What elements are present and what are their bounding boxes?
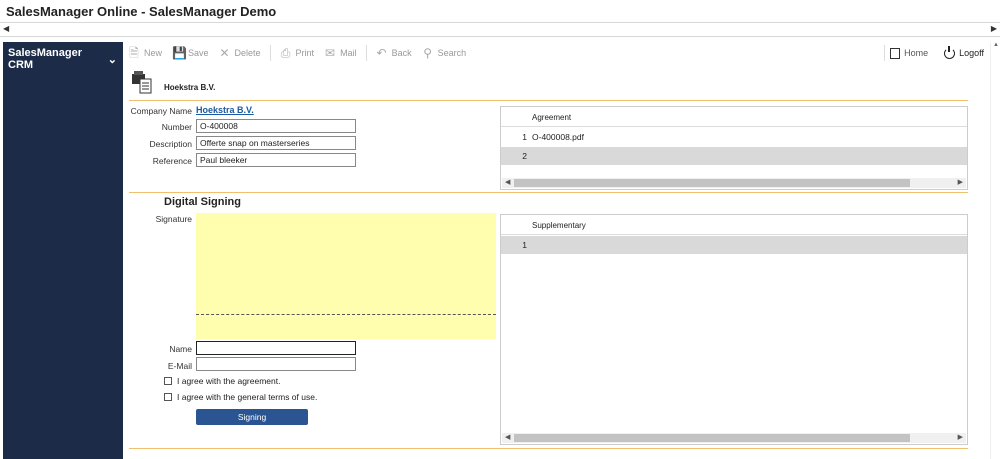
back-arrow-icon: ↶	[376, 46, 387, 60]
logoff-label: Logoff	[959, 48, 984, 58]
toolbar-separator	[269, 45, 271, 61]
email-field[interactable]	[196, 357, 356, 371]
agree-agreement-label: I agree with the agreement.	[177, 376, 281, 386]
home-icon	[890, 47, 901, 59]
number-label: Number	[161, 122, 192, 132]
company-link[interactable]: Hoekstra B.V.	[196, 105, 254, 115]
supplementary-grid-header: Supplementary	[501, 215, 967, 235]
print-icon: ⎙	[280, 46, 291, 60]
agree-agreement-checkbox[interactable]	[164, 377, 172, 385]
scroll-right-icon[interactable]: ▶	[958, 178, 963, 186]
chevron-down-icon[interactable]: ⌄	[108, 53, 117, 66]
divider	[129, 192, 968, 193]
reference-field[interactable]: Paul bleeker	[196, 153, 356, 167]
back-label: Back	[391, 48, 412, 58]
row-number: 1	[522, 240, 527, 250]
table-row[interactable]: 1 O-400008.pdf	[501, 128, 967, 146]
supplementary-horizontal-scrollbar[interactable]: ◀ ▶	[502, 433, 966, 443]
section-title: Digital Signing	[164, 196, 241, 208]
agreement-column-header: Agreement	[532, 113, 572, 122]
description-label: Description	[149, 139, 192, 149]
number-field[interactable]: O-400008	[196, 119, 356, 133]
save-label: Save	[188, 48, 209, 58]
right-vertical-scrollbar[interactable]: ▲	[990, 42, 1000, 459]
signature-baseline	[196, 314, 496, 315]
search-icon: ⚲	[423, 46, 432, 60]
agree-terms-checkbox[interactable]	[164, 393, 172, 401]
email-label: E-Mail	[167, 361, 192, 371]
description-field[interactable]: Offerte snap on masterseries	[196, 136, 356, 150]
supplementary-column-header: Supplementary	[532, 221, 586, 230]
power-icon	[944, 45, 956, 59]
signature-label: Signature	[155, 214, 192, 224]
table-row[interactable]: 1	[501, 236, 967, 254]
toolbar: 🗎 New 💾 Save ✕ Delete ⎙ Print ✉ Mail ↶ Back ⚲ S…	[128, 42, 998, 64]
name-field[interactable]	[196, 341, 356, 355]
divider	[129, 100, 968, 101]
new-document-icon: 🗎	[129, 46, 139, 60]
agreement-grid: Agreement 1 O-400008.pdf 2 ◀ ▶	[500, 106, 968, 190]
search-label: Search	[437, 48, 467, 58]
home-button[interactable]: Home	[890, 47, 929, 59]
agreement-grid-header: Agreement	[501, 107, 967, 127]
new-button[interactable]: 🗎 New	[128, 47, 162, 59]
scroll-left-icon[interactable]: ◀	[505, 178, 510, 186]
delete-icon: ✕	[219, 46, 230, 60]
agreement-file[interactable]: O-400008.pdf	[532, 132, 584, 142]
save-button[interactable]: 💾 Save	[172, 47, 209, 59]
sidebar-header[interactable]: SalesManager CRM ⌄	[3, 42, 123, 71]
back-button[interactable]: ↶ Back	[376, 47, 412, 59]
agree-terms-label: I agree with the general terms of use.	[177, 392, 318, 402]
page-title: Hoekstra B.V.	[164, 83, 216, 92]
save-icon: 💾	[172, 46, 187, 60]
search-button[interactable]: ⚲ Search	[422, 46, 467, 60]
company-name-label: Company Name	[130, 106, 192, 116]
sidebar-title: SalesManager CRM	[8, 47, 82, 71]
scroll-thumb[interactable]	[514, 179, 910, 187]
toolbar-separator	[365, 45, 367, 61]
agreement-horizontal-scrollbar[interactable]: ◀ ▶	[502, 178, 966, 188]
home-label: Home	[904, 48, 929, 58]
mail-icon: ✉	[325, 46, 336, 60]
toolbar-separator	[884, 45, 886, 61]
supplementary-grid: Supplementary 1 ◀ ▶	[500, 214, 968, 445]
window-title: SalesManager Online - SalesManager Demo	[6, 4, 277, 19]
signature-pad[interactable]	[196, 213, 496, 339]
print-button[interactable]: ⎙ Print	[280, 46, 315, 60]
table-row[interactable]: 2	[501, 147, 967, 165]
scroll-up-icon[interactable]: ▲	[993, 42, 999, 48]
signing-button[interactable]: Signing	[196, 409, 308, 425]
scroll-left-icon[interactable]: ◀	[505, 433, 510, 441]
sidebar: SalesManager CRM ⌄	[3, 42, 123, 459]
scroll-left-icon[interactable]: ◀	[3, 24, 9, 33]
row-number: 1	[522, 132, 527, 142]
print-label: Print	[295, 48, 315, 58]
delete-label: Delete	[234, 48, 261, 58]
row-number: 2	[522, 151, 527, 161]
scroll-right-icon[interactable]: ▶	[991, 24, 997, 33]
logoff-button[interactable]: Logoff	[944, 45, 984, 59]
delete-button[interactable]: ✕ Delete	[219, 47, 261, 59]
reference-label: Reference	[152, 156, 192, 166]
scroll-right-icon[interactable]: ▶	[958, 433, 963, 441]
agree-agreement-row[interactable]: I agree with the agreement.	[164, 376, 280, 386]
document-stack-icon	[132, 71, 152, 94]
new-label: New	[144, 48, 163, 58]
divider	[129, 448, 968, 449]
name-label: Name	[169, 344, 192, 354]
agree-terms-row[interactable]: I agree with the general terms of use.	[164, 392, 317, 402]
mail-button[interactable]: ✉ Mail	[324, 47, 357, 59]
scroll-thumb[interactable]	[514, 434, 910, 442]
mail-label: Mail	[340, 48, 357, 58]
top-horizontal-scrollbar[interactable]: ◀ ▶	[0, 22, 1000, 37]
